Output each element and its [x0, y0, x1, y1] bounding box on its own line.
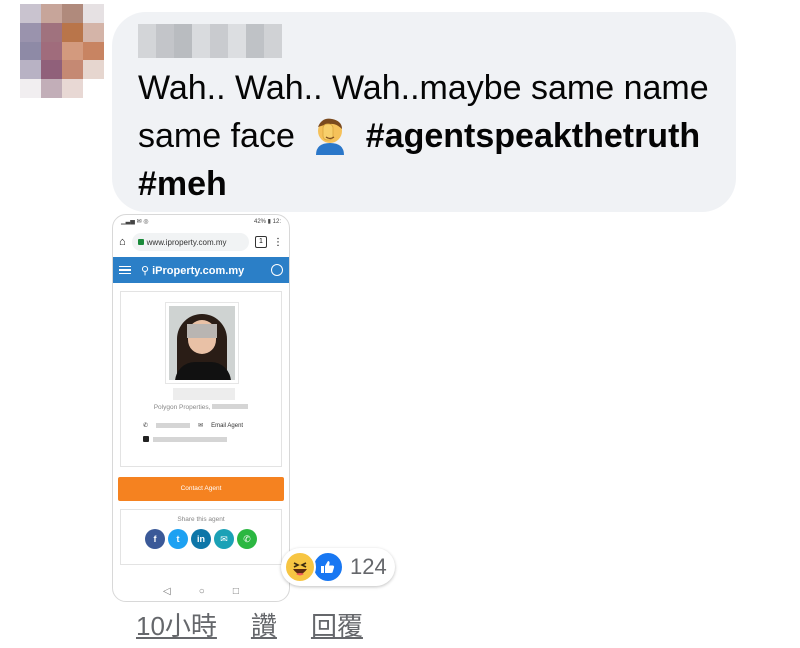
phone-status-bar: ▁▃▅ ✉ ◎ 42% ▮ 12: — [121, 218, 281, 225]
comment-bubble: Wah.. Wah.. Wah..maybe same name same fa… — [112, 12, 736, 212]
external-link-icon — [143, 436, 149, 442]
attached-screenshot[interactable]: ▁▃▅ ✉ ◎ 42% ▮ 12: ⌂ www.iproperty.com.my… — [112, 214, 290, 602]
share-icons: f t in ✉ ✆ — [121, 529, 281, 549]
phone-nav-bar: ◁ ○ □ — [113, 586, 289, 597]
site-header: ⚲ iProperty.com.my — [113, 257, 289, 283]
browser-bar: ⌂ www.iproperty.com.my 1 ⋮ — [113, 227, 289, 257]
email-icon: ✉ — [214, 529, 234, 549]
agent-photo-frame — [165, 302, 239, 384]
home-circle-icon: ○ — [198, 586, 205, 597]
timestamp-link[interactable]: 10小時 — [136, 606, 217, 643]
site-brand-text: iProperty.com.my — [152, 264, 245, 277]
commenter-avatar[interactable] — [20, 4, 104, 98]
facebook-icon: f — [145, 529, 165, 549]
whatsapp-icon: ✆ — [237, 529, 257, 549]
status-time: 12: — [272, 218, 281, 225]
location-pin-icon: ⚲ — [141, 264, 150, 277]
agent-company: Polygon Properties, — [121, 404, 281, 411]
comment-actions: 10小時 讚 回覆 — [136, 606, 363, 643]
blurred-eyes — [187, 324, 217, 338]
like-icon — [312, 551, 344, 583]
user-icon — [271, 264, 283, 276]
mail-icon: ✉ — [198, 423, 204, 429]
contact-agent-button: Contact Agent — [118, 477, 284, 501]
facepalm-emoji-icon — [310, 115, 350, 155]
tab-count-icon: 1 — [255, 236, 267, 248]
lock-icon — [137, 239, 144, 245]
comment-text: Wah.. Wah.. Wah..maybe same name same fa… — [138, 64, 728, 208]
twitter-icon: t — [168, 529, 188, 549]
hashtag-link[interactable]: #agentspeakthetruth — [366, 117, 700, 155]
reactions-summary[interactable]: 124 — [281, 548, 395, 586]
url-text: www.iproperty.com.my — [146, 237, 227, 247]
haha-icon — [284, 551, 316, 583]
share-label: Share this agent — [177, 516, 225, 523]
like-link[interactable]: 讚 — [251, 606, 277, 643]
phone-redacted — [156, 423, 191, 428]
site-brand: ⚲ iProperty.com.my — [141, 264, 271, 277]
menu-icon — [119, 265, 131, 275]
agent-name-redacted — [173, 388, 235, 400]
website-redacted — [153, 436, 227, 442]
email-agent-link: Email Agent — [211, 422, 244, 429]
contact-row: ✆ ✉ Email Agent — [143, 422, 244, 430]
share-section: Share this agent f t in ✉ ✆ — [120, 509, 282, 565]
reaction-count: 124 — [350, 554, 387, 579]
battery-level: 42% — [254, 218, 267, 225]
phone-icon: ✆ — [143, 423, 149, 429]
website-row — [143, 436, 227, 442]
signal-icon: ▁▃▅ ✉ ◎ — [121, 218, 149, 225]
home-icon: ⌂ — [119, 236, 126, 248]
back-icon: ◁ — [163, 586, 171, 597]
hashtag-link[interactable]: #meh — [138, 165, 227, 203]
agent-card: Polygon Properties, ✆ ✉ Email Agent — [120, 291, 282, 467]
reply-link[interactable]: 回覆 — [311, 606, 363, 643]
recent-apps-icon: □ — [232, 586, 239, 597]
more-vertical-icon: ⋮ — [273, 236, 283, 248]
agent-photo — [169, 306, 235, 380]
url-bar: www.iproperty.com.my — [131, 233, 249, 251]
company-text: Polygon Properties, — [153, 404, 211, 411]
linkedin-icon: in — [191, 529, 211, 549]
commenter-name-redacted[interactable] — [138, 24, 282, 58]
